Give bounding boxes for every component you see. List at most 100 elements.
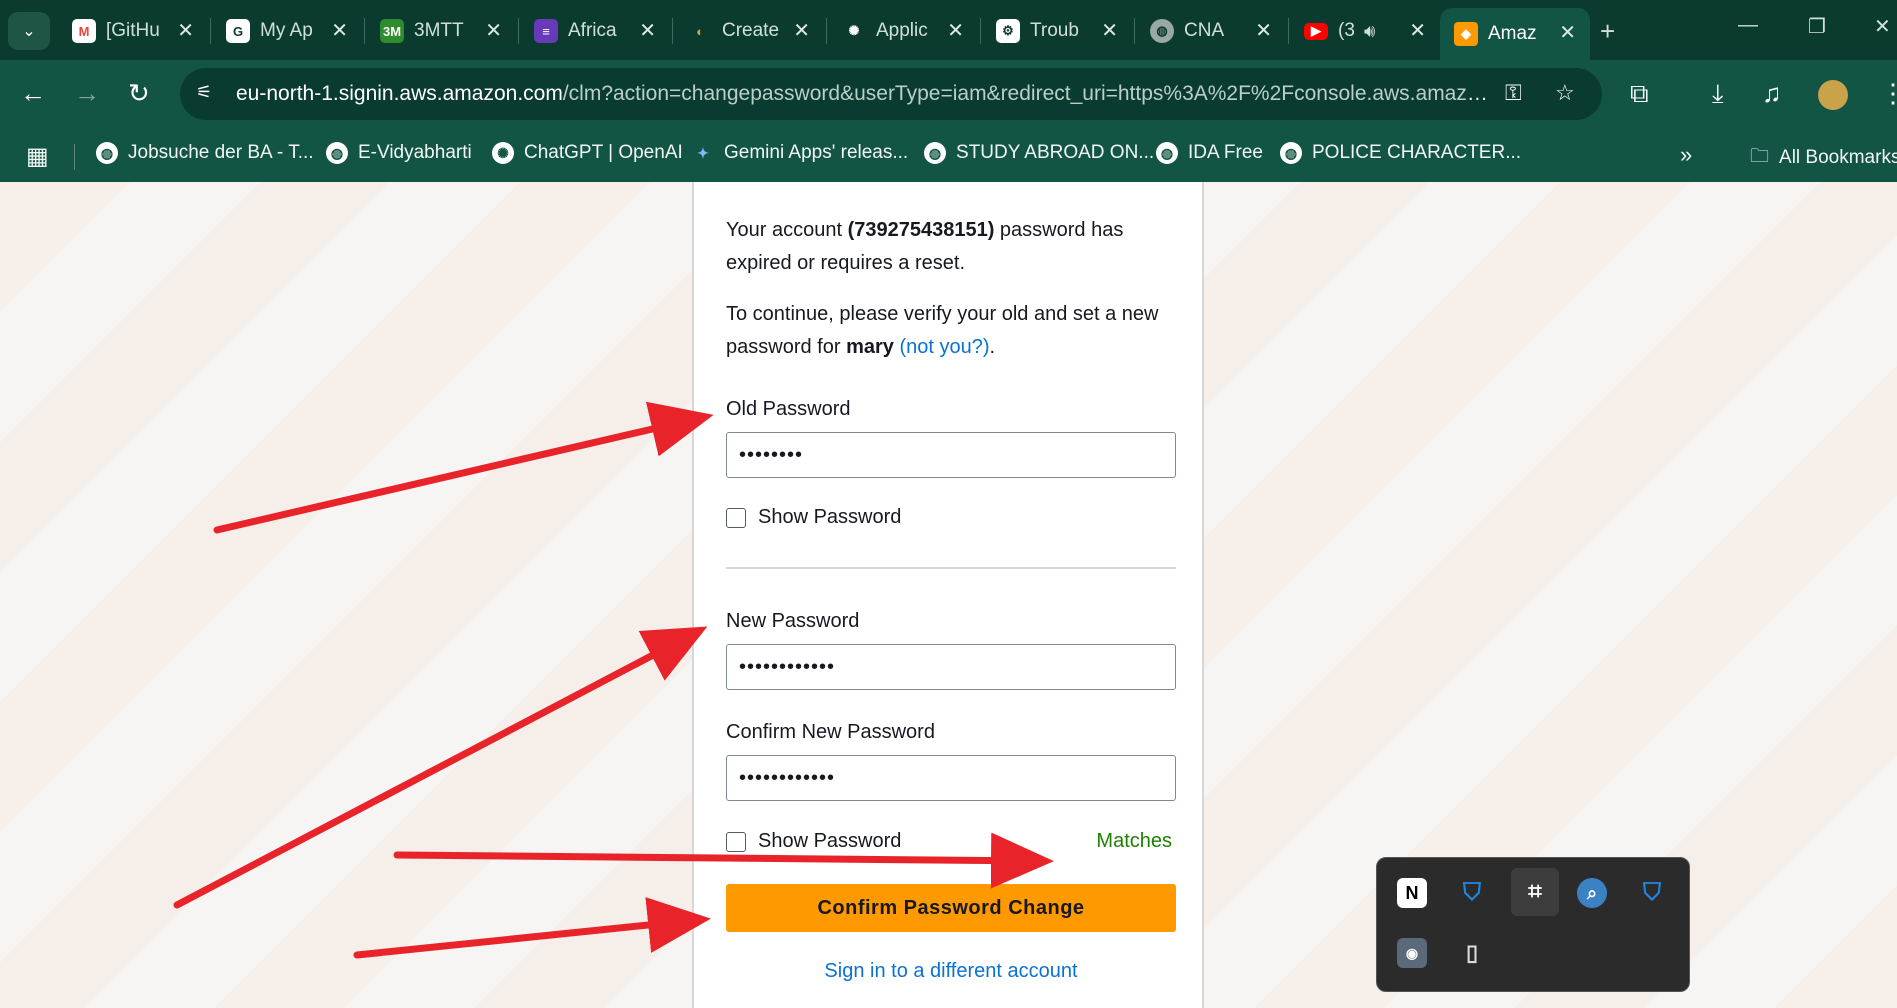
download-icon[interactable]: ⤓ — [1712, 78, 1724, 110]
bookmark-4[interactable]: ✦ Gemini Apps' releas... — [692, 142, 908, 164]
tab-9[interactable]: ▶ (3 🔊︎ ✕ — [1290, 10, 1440, 52]
bookmark-5[interactable]: ◍ STUDY ABROAD ON... — [924, 142, 1154, 164]
key-icon[interactable]: ⚿ — [1505, 80, 1522, 106]
close-tab-icon[interactable]: ✕ — [1101, 18, 1118, 43]
close-tab-icon[interactable]: ✕ — [1409, 18, 1426, 43]
reload-icon[interactable]: ↻ — [128, 78, 150, 109]
tab-title: 3MTT — [414, 20, 464, 41]
apps-grid-icon[interactable]: ▦ — [26, 142, 49, 171]
close-tab-icon[interactable]: ✕ — [177, 18, 194, 43]
tab-title: Troub — [1030, 20, 1079, 41]
address-bar[interactable]: ⚟ eu-north-1.signin.aws.amazon.com/clm?a… — [180, 68, 1602, 120]
bookmarks-bar: ▦ ◍ Jobsuche der BA - T... ◍ E-Vidyabharti… — [0, 130, 1897, 184]
not-you-link[interactable]: (not you?) — [899, 336, 989, 358]
new-password-input[interactable] — [726, 644, 1176, 690]
notion-icon[interactable]: N — [1397, 878, 1427, 908]
tab-title: [GitHu — [106, 20, 160, 41]
browser-toolbar: ← → ↻ ⚟ eu-north-1.signin.aws.amazon.com… — [0, 60, 1897, 130]
close-tab-icon[interactable]: ✕ — [793, 18, 810, 43]
more-bookmarks-button[interactable]: » — [1680, 142, 1692, 168]
globe-icon: ◍ — [924, 142, 946, 164]
speaker-icon[interactable]: 🔊︎ — [1364, 21, 1375, 42]
tab-10-active[interactable]: ◆ Amaz ✕ — [1440, 8, 1590, 60]
all-bookmarks-button[interactable]: 🗀︎ All Bookmarks — [1750, 142, 1897, 174]
close-tab-icon[interactable]: ✕ — [331, 18, 348, 43]
close-tab-icon[interactable]: ✕ — [485, 18, 502, 43]
username: mary — [846, 336, 894, 358]
globe-icon: ◍ — [326, 142, 348, 164]
system-tray-popup: N ⛉ ⌗ ⌕ ⛉ ◉ ▯ — [1376, 857, 1690, 992]
show-new-password-checkbox[interactable]: Show Password — [726, 830, 901, 853]
openai-icon: ✺ — [492, 142, 514, 164]
new-password-label: New Password — [726, 610, 860, 632]
tab-title: Africa — [568, 20, 617, 41]
checkbox-icon[interactable] — [726, 507, 746, 528]
tab-search-button[interactable]: ⌄ — [8, 12, 50, 50]
bookmark-6[interactable]: ◍ IDA Free — [1156, 142, 1263, 164]
tab-title: Applic — [876, 20, 928, 41]
tab-7[interactable]: ⚙ Troub ✕ — [982, 10, 1132, 52]
bookmark-3[interactable]: ✺ ChatGPT | OpenAI — [492, 142, 683, 164]
site-info-icon[interactable]: ⚟ — [196, 82, 218, 104]
folder-icon: 🗀︎ — [1750, 146, 1770, 167]
tab-title: Create — [722, 20, 780, 41]
checkbox-icon[interactable] — [726, 831, 746, 852]
tab-title: CNA — [1184, 20, 1225, 41]
globe-icon: ◍ — [1150, 19, 1174, 43]
close-tab-icon[interactable]: ✕ — [639, 18, 656, 43]
chevron-down-icon: ⌄ — [22, 23, 36, 40]
usb-drive-icon[interactable]: ▯ — [1457, 938, 1487, 968]
openai-icon: ✺ — [848, 23, 860, 38]
old-password-label: Old Password — [726, 398, 851, 420]
sign-in-different-account-link[interactable]: Sign in to a different account — [726, 960, 1176, 983]
tab-title: My Ap — [260, 20, 313, 41]
restore-icon[interactable]: ❐ — [1808, 14, 1826, 39]
tab-3[interactable]: 3M 3MTT ✕ — [366, 10, 516, 52]
tab-title: (3 — [1338, 20, 1355, 41]
verify-message: To continue, please verify your old and … — [726, 303, 1159, 358]
expired-message: Your account (739275438151) password has… — [726, 219, 1124, 274]
close-tab-icon[interactable]: ✕ — [1255, 18, 1272, 43]
confirm-password-input[interactable] — [726, 755, 1176, 801]
old-password-input[interactable] — [726, 432, 1176, 478]
media-control-icon[interactable]: ♫ — [1762, 78, 1782, 109]
minimize-icon[interactable]: — — [1738, 14, 1758, 37]
gmail-icon: M — [72, 19, 96, 43]
confirm-password-change-button[interactable]: Confirm Password Change — [726, 884, 1176, 932]
close-window-icon[interactable]: ✕ — [1874, 14, 1891, 39]
close-tab-icon[interactable]: ✕ — [947, 18, 964, 43]
url-text[interactable]: eu-north-1.signin.aws.amazon.com/clm?act… — [236, 82, 1496, 106]
tab-5[interactable]: ◐ Create ✕ — [674, 10, 824, 52]
avatar[interactable] — [1818, 80, 1848, 110]
remote-tool-icon[interactable]: ⌕ — [1577, 878, 1607, 908]
tab-strip: ⌄ M [GitHu ✕ G My Ap ✕ 3M 3MTT ✕ ≡ Afric… — [0, 0, 1897, 60]
tab-title: Amaz — [1488, 23, 1537, 44]
extensions-icon[interactable]: ⧉ — [1630, 78, 1649, 110]
password-reset-card: Your account (739275438151) password has… — [692, 182, 1204, 1008]
bookmark-2[interactable]: ◍ E-Vidyabharti — [326, 142, 472, 164]
create-icon: ◐ — [696, 23, 704, 39]
trouble-icon: ⚙ — [996, 19, 1020, 43]
star-icon[interactable]: ☆ — [1555, 80, 1575, 106]
security-warning-icon[interactable]: ⛉ — [1637, 878, 1667, 908]
menu-icon[interactable]: ⋮ — [1880, 78, 1897, 109]
back-arrow-icon[interactable]: ← — [20, 78, 46, 109]
tab-8[interactable]: ◍ CNA ✕ — [1136, 10, 1286, 52]
bookmark-1[interactable]: ◍ Jobsuche der BA - T... — [96, 142, 314, 164]
youtube-icon: ▶ — [1304, 22, 1328, 40]
tab-6[interactable]: ✺ Applic ✕ — [828, 10, 978, 52]
close-tab-icon[interactable]: ✕ — [1559, 20, 1576, 45]
app-icon: G — [226, 19, 250, 43]
app-tray-icon[interactable]: ◉ — [1397, 938, 1427, 968]
tab-2[interactable]: G My Ap ✕ — [212, 10, 362, 52]
tab-1[interactable]: M [GitHu ✕ — [58, 10, 208, 52]
account-id: (739275438151) — [847, 219, 995, 241]
forward-arrow-icon[interactable]: → — [74, 78, 100, 109]
show-old-password-checkbox[interactable]: Show Password — [726, 506, 901, 529]
tab-4[interactable]: ≡ Africa ✕ — [520, 10, 670, 52]
snipping-tool-icon[interactable]: ⌗ — [1511, 868, 1559, 916]
new-tab-button[interactable]: + — [1600, 16, 1615, 47]
aws-icon: ◆ — [1454, 22, 1478, 46]
defender-shield-icon[interactable]: ⛉ — [1457, 878, 1487, 908]
bookmark-7[interactable]: ◍ POLICE CHARACTER... — [1280, 142, 1521, 164]
